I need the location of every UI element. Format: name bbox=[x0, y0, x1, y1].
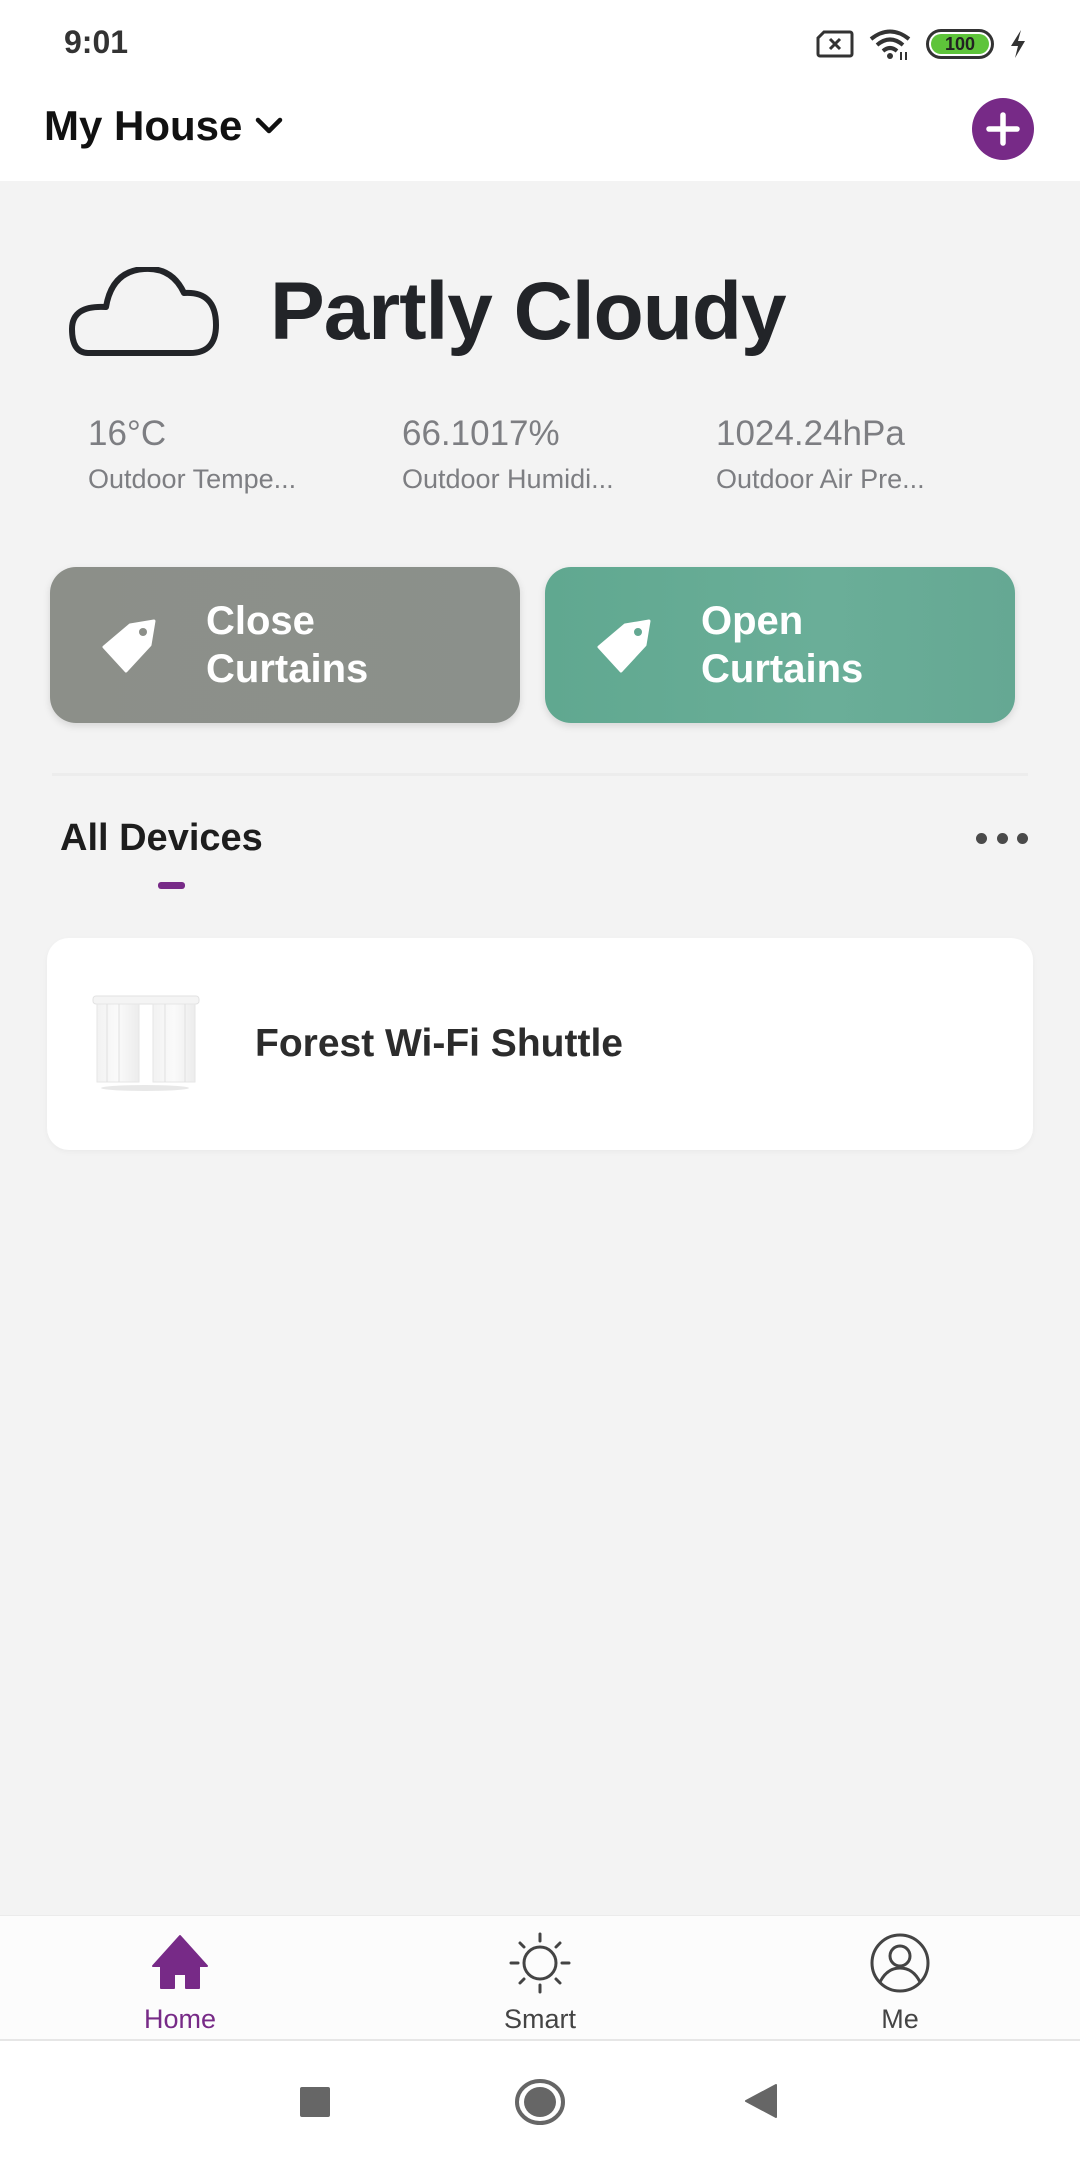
weather-metrics: 16°C Outdoor Tempe... 66.1017% Outdoor H… bbox=[88, 414, 1030, 495]
tab-me[interactable]: Me bbox=[720, 1916, 1080, 2039]
add-button[interactable] bbox=[972, 98, 1034, 160]
active-tab-indicator bbox=[158, 882, 185, 889]
scene-label-line1: Close bbox=[206, 599, 315, 643]
charging-icon bbox=[1011, 30, 1025, 58]
metric-value: 66.1017% bbox=[402, 414, 560, 453]
metric-value: 1024.24hPa bbox=[716, 414, 905, 453]
user-circle-icon bbox=[870, 1933, 930, 1993]
device-name: Forest Wi-Fi Shuttle bbox=[255, 1022, 623, 1065]
scene-label-line2: Curtains bbox=[701, 647, 864, 691]
more-horizontal-icon bbox=[976, 832, 987, 844]
metric-air-pressure[interactable]: 1024.24hPa Outdoor Air Pre... bbox=[716, 414, 1030, 495]
tab-smart[interactable]: Smart bbox=[360, 1916, 720, 2039]
battery-level: 100 bbox=[931, 34, 989, 54]
scene-label: Open Curtains bbox=[701, 597, 863, 693]
no-sim-icon bbox=[816, 30, 854, 58]
wifi-icon bbox=[869, 29, 911, 60]
tab-label: Me bbox=[881, 2004, 919, 2034]
battery-icon: 100 bbox=[926, 29, 994, 59]
app-header: My House bbox=[0, 84, 1080, 181]
status-time: 9:01 bbox=[64, 24, 129, 60]
home-icon bbox=[152, 1935, 208, 1989]
weather-condition: Partly Cloudy bbox=[270, 266, 787, 357]
cloud-icon bbox=[69, 267, 219, 356]
scene-label-line1: Open bbox=[701, 599, 804, 643]
curtain-icon bbox=[92, 995, 200, 1091]
chevron-down-icon bbox=[256, 117, 283, 134]
tag-icon bbox=[597, 619, 651, 673]
tab-all-devices[interactable]: All Devices bbox=[60, 817, 263, 860]
divider bbox=[52, 773, 1028, 776]
house-selector[interactable]: My House bbox=[44, 102, 284, 150]
tab-label: Home bbox=[143, 2004, 217, 2034]
device-card[interactable]: Forest Wi-Fi Shuttle bbox=[47, 938, 1033, 1150]
metric-label: Outdoor Air Pre... bbox=[716, 464, 925, 494]
recents-button[interactable] bbox=[298, 2085, 332, 2119]
open-curtains-button[interactable]: Open Curtains bbox=[545, 567, 1015, 723]
system-nav-bar bbox=[0, 2041, 1080, 2160]
bottom-tab-bar: Home Smart Me bbox=[0, 1915, 1080, 2041]
metric-humidity[interactable]: 66.1017% Outdoor Humidi... bbox=[402, 414, 716, 495]
close-curtains-button[interactable]: Close Curtains bbox=[50, 567, 520, 723]
scene-label-line2: Curtains bbox=[206, 647, 369, 691]
tab-home[interactable]: Home bbox=[0, 1916, 360, 2039]
metric-value: 16°C bbox=[88, 414, 167, 453]
tag-icon bbox=[102, 619, 156, 673]
status-icons: 100 bbox=[816, 26, 1028, 62]
metric-temperature[interactable]: 16°C Outdoor Tempe... bbox=[88, 414, 402, 495]
more-horizontal-icon bbox=[996, 832, 1008, 844]
home-nav-button[interactable] bbox=[514, 2078, 566, 2126]
weather-summary: Partly Cloudy bbox=[66, 265, 787, 359]
house-name: My House bbox=[44, 102, 243, 149]
metric-label: Outdoor Tempe... bbox=[88, 464, 297, 494]
back-button[interactable] bbox=[742, 2083, 778, 2119]
status-bar: 9:01 100 bbox=[0, 0, 1080, 84]
scene-label: Close Curtains bbox=[206, 597, 368, 693]
sun-icon bbox=[509, 1932, 571, 1994]
plus-icon bbox=[986, 112, 1020, 146]
more-horizontal-icon bbox=[1017, 832, 1028, 844]
tab-label: Smart bbox=[503, 2004, 576, 2034]
more-options-button[interactable] bbox=[976, 826, 1028, 850]
metric-label: Outdoor Humidi... bbox=[402, 464, 614, 494]
